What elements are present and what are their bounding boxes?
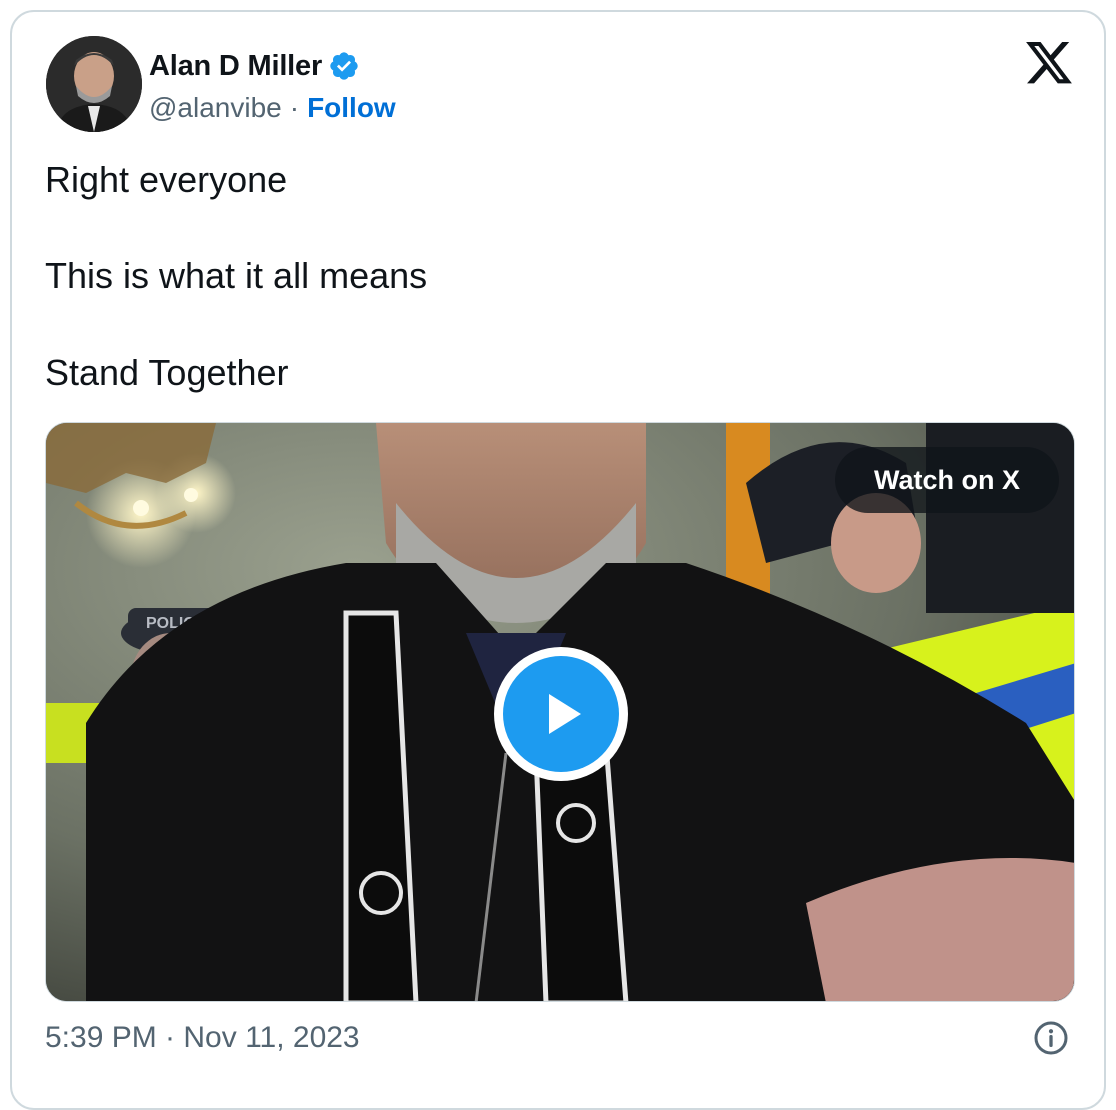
- tweet-text-line: Right everyone: [45, 159, 288, 200]
- play-button[interactable]: [494, 647, 628, 781]
- author-name-row: Alan D Miller: [149, 46, 360, 86]
- tweet-text-line: This is what it all means: [45, 255, 428, 296]
- profile-photo: [46, 36, 142, 132]
- avatar[interactable]: [46, 36, 142, 132]
- separator-dot: ·: [289, 92, 300, 123]
- follow-button[interactable]: Follow: [307, 92, 396, 124]
- play-button-circle: [503, 656, 619, 772]
- tweet-text-line: Stand Together: [45, 352, 289, 393]
- author-handle-row: @alanvibe · Follow: [149, 88, 396, 128]
- play-icon: [549, 694, 581, 734]
- x-logo-icon[interactable]: [1026, 42, 1072, 84]
- video-player[interactable]: POLICE Watch on X: [45, 422, 1075, 1002]
- author-name[interactable]: Alan D Miller: [149, 50, 322, 83]
- watch-on-x-button[interactable]: Watch on X: [835, 447, 1059, 513]
- tweet-timestamp[interactable]: 5:39 PM · Nov 11, 2023: [45, 1018, 360, 1058]
- verified-badge-icon: [330, 52, 358, 80]
- info-icon[interactable]: [1033, 1020, 1069, 1056]
- author-handle[interactable]: @alanvibe: [149, 92, 282, 124]
- tweet-card: Alan D Miller @alanvibe · Follow Right e…: [10, 10, 1106, 1110]
